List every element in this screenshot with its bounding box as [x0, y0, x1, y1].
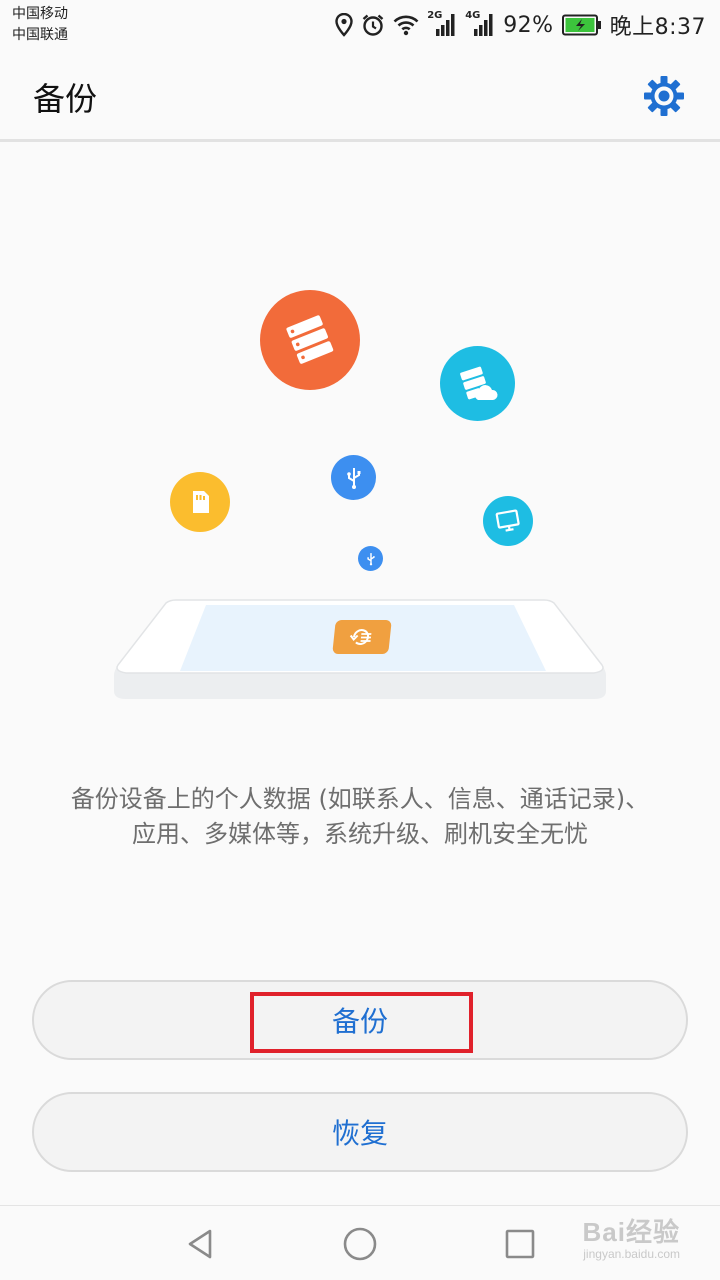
sd-card-bubble — [170, 472, 230, 532]
server-icon — [286, 315, 334, 364]
sd-card-icon — [193, 491, 209, 513]
alarm-icon — [362, 14, 384, 36]
cloud-server-icon — [459, 366, 498, 400]
status-icons: 2G 4G 92% 晚上8:37 — [335, 8, 706, 42]
computer-bubble — [483, 496, 533, 546]
carrier-2: 中国联通 — [12, 27, 68, 43]
back-button[interactable] — [178, 1222, 222, 1266]
carrier-1: 中国移动 — [12, 6, 68, 22]
network-label-4g: 4G — [465, 10, 481, 21]
backup-restore-icon — [349, 629, 372, 646]
home-button[interactable] — [338, 1222, 382, 1266]
description-line-2: 应用、多媒体等，系统升级、刷机安全无忧 — [132, 820, 588, 848]
status-bar: 中国移动 中国联通 2G 4G 92% 晚上8:37 — [0, 0, 720, 50]
watermark-url: jingyan.baidu.com — [583, 1247, 680, 1261]
recents-icon — [505, 1229, 535, 1259]
computer-icon — [495, 509, 520, 532]
location-icon — [335, 13, 353, 37]
signal-2g: 2G — [427, 10, 457, 37]
wifi-icon — [393, 15, 419, 36]
clock: 晚上8:37 — [609, 15, 706, 40]
carrier-info: 中国移动 中国联通 — [12, 4, 68, 46]
page-title: 备份 — [33, 80, 98, 118]
restore-button[interactable]: 恢复 — [32, 1092, 688, 1172]
backup-button[interactable]: 备份 — [32, 980, 688, 1060]
usb-bubble-small — [358, 546, 383, 571]
usb-icon — [366, 552, 375, 565]
usb-bubble-large — [331, 455, 376, 500]
battery-percent: 92% — [503, 12, 554, 38]
app-bar: 备份 — [0, 50, 720, 142]
backup-button-label: 备份 — [331, 1005, 388, 1038]
description-line-1: 备份设备上的个人数据 (如联系人、信息、通话记录)、 — [70, 785, 650, 813]
home-icon — [343, 1227, 377, 1261]
watermark-brand: Bai经验 — [582, 1217, 680, 1247]
watermark: Bai经验 jingyan.baidu.com — [583, 1212, 680, 1261]
restore-button-label: 恢复 — [331, 1117, 388, 1150]
backup-description: 备份设备上的个人数据 (如联系人、信息、通话记录)、 应用、多媒体等，系统升级、… — [20, 782, 700, 852]
server-bubble — [260, 290, 360, 390]
recents-button[interactable] — [498, 1222, 542, 1266]
backup-illustration — [0, 270, 720, 710]
network-label-2g: 2G — [427, 10, 443, 21]
cloud-server-bubble — [440, 346, 515, 421]
signal-4g: 4G — [465, 10, 495, 37]
gear-icon — [644, 76, 684, 116]
backup-app-icon — [332, 620, 392, 654]
usb-icon — [346, 467, 360, 489]
battery-charging-icon — [561, 14, 601, 36]
settings-button[interactable] — [642, 74, 686, 118]
back-icon — [188, 1229, 212, 1259]
